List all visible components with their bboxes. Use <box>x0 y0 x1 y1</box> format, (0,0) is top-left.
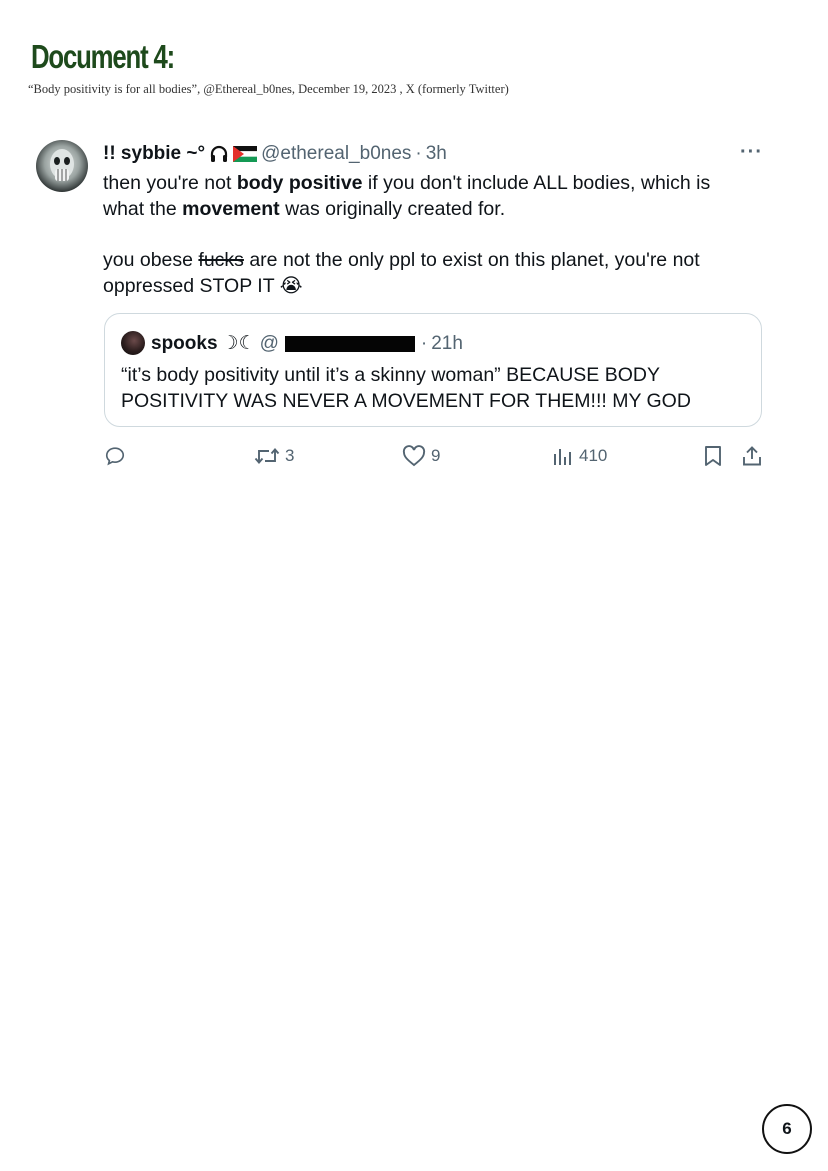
tweet-paragraph-2: you obese fucks are not the only ppl to … <box>103 249 700 297</box>
separator: · <box>415 143 422 164</box>
tweet-text: then you're not body positive if you don… <box>103 170 743 299</box>
document-caption: “Body positivity is for all bodies”, @Et… <box>28 82 509 96</box>
struck-word: fucks <box>198 249 244 271</box>
repost-icon <box>254 448 280 464</box>
tweet-actions: 3 9 410 <box>104 445 766 473</box>
reply-icon <box>105 447 125 466</box>
moon-icons: ☽☾ <box>221 333 256 354</box>
crying-emoji: 😭 <box>279 275 303 297</box>
tweet-paragraph-1: then you're not body positive if you don… <box>103 172 711 220</box>
views-count: 410 <box>579 446 608 465</box>
reply-button[interactable] <box>104 445 131 467</box>
document-title: Document 4: <box>31 38 175 75</box>
quoted-text: “it’s body positivity until it’s a skinn… <box>121 364 691 412</box>
avatar-image <box>50 149 74 181</box>
like-count: 9 <box>431 446 441 465</box>
share-icon <box>743 446 761 466</box>
handle[interactable]: @ethereal_b0nes <box>261 143 411 165</box>
quoted-tweet[interactable]: spooks ☽☾ @ · 21h “it’s body positivity … <box>104 313 762 427</box>
page-number: 6 <box>762 1104 812 1154</box>
quoted-header: spooks ☽☾ @ · 21h <box>151 332 463 355</box>
views-button[interactable]: 410 <box>552 445 607 467</box>
analytics-icon <box>554 449 571 465</box>
like-button[interactable]: 9 <box>402 445 440 467</box>
quoted-avatar[interactable] <box>121 331 145 355</box>
redacted-handle <box>284 335 415 352</box>
quoted-handle-prefix: @ <box>259 332 279 354</box>
bookmark-icon <box>705 446 721 466</box>
more-options-icon[interactable]: ··· <box>740 141 763 164</box>
headphones-icon <box>211 145 228 162</box>
repost-button[interactable]: 3 <box>254 445 294 467</box>
tweet-avatar[interactable] <box>36 140 88 192</box>
display-name[interactable]: !! sybbie ~° <box>103 143 205 165</box>
quoted-timestamp[interactable]: 21h <box>431 333 463 355</box>
repost-count: 3 <box>285 446 295 465</box>
palestine-flag-icon <box>233 146 258 162</box>
tweet-header: !! sybbie ~° @ethereal_b0nes · 3h <box>103 143 447 165</box>
quoted-separator: · <box>420 332 428 354</box>
quoted-display-name[interactable]: spooks <box>151 333 218 355</box>
bookmark-button[interactable] <box>702 445 724 467</box>
timestamp[interactable]: 3h <box>426 143 447 165</box>
heart-icon <box>402 445 426 467</box>
share-button[interactable] <box>741 445 763 467</box>
